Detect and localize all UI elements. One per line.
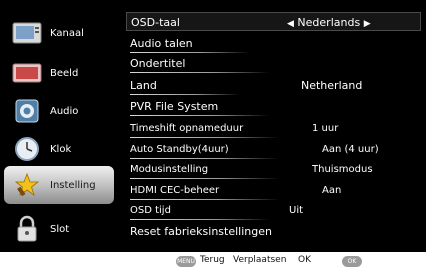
- sidebar-item-slot[interactable]: Slot: [4, 210, 114, 248]
- sidebar-item-label: Slot: [50, 223, 70, 235]
- sidebar-item-instelling[interactable]: Instelling: [4, 166, 114, 204]
- menu-row-label: Auto Standby(4uur): [130, 144, 229, 155]
- sidebar-item-klok[interactable]: Klok: [4, 130, 114, 168]
- hint-move: Verplaatsen: [233, 255, 287, 265]
- menu-row-label: Reset fabrieksinstellingen: [130, 225, 272, 238]
- menu-row-value: Aan: [322, 185, 342, 196]
- menu-row-label: Audio talen: [130, 37, 193, 50]
- menu-row-label: OSD tijd: [130, 205, 171, 216]
- menu-row-ondertitel[interactable]: Ondertitel: [126, 54, 421, 73]
- hint-back: Terug: [200, 255, 225, 265]
- sidebar-item-beeld[interactable]: Beeld: [4, 54, 114, 92]
- padlock-icon: [12, 215, 42, 242]
- menu-row-land[interactable]: Land Netherland: [126, 76, 421, 95]
- menu-row-modusinstelling[interactable]: Modusinstelling Thuismodus: [126, 160, 421, 179]
- row-divider: [130, 115, 270, 116]
- menu-row-value: Uit: [289, 205, 304, 216]
- osd-language-selector[interactable]: ◀ Nederlands ▶: [287, 13, 371, 34]
- menu-row-value: Netherland: [301, 79, 363, 92]
- row-divider: [130, 219, 270, 220]
- row-divider: [130, 158, 280, 159]
- row-divider: [130, 137, 280, 138]
- sidebar-item-label: Beeld: [50, 67, 79, 79]
- row-divider: [130, 178, 280, 179]
- row-divider: [130, 52, 250, 53]
- menu-row-audio-talen[interactable]: Audio talen: [126, 34, 421, 53]
- menu-row-osd-tijd[interactable]: OSD tijd Uit: [126, 201, 421, 220]
- sidebar: Kanaal Beeld Audio Klok Instelling Slot: [4, 6, 114, 246]
- sidebar-item-label: Instelling: [50, 179, 96, 191]
- menu-row-label: Ondertitel: [130, 57, 186, 70]
- menu-row-osd-taal[interactable]: OSD-taal ◀ Nederlands ▶: [126, 12, 421, 31]
- row-divider: [130, 72, 270, 73]
- sidebar-item-label: Kanaal: [50, 27, 84, 39]
- ok-key-icon: OK: [342, 256, 362, 267]
- sidebar-item-label: Klok: [50, 143, 72, 155]
- row-divider: [130, 94, 240, 95]
- menu-row-hdmi-cec[interactable]: HDMI CEC-beheer Aan: [126, 181, 421, 200]
- sidebar-item-kanaal[interactable]: Kanaal: [4, 14, 114, 52]
- menu-row-value: Thuismodus: [312, 164, 373, 175]
- sidebar-item-label: Audio: [50, 105, 79, 117]
- clock-icon: [12, 136, 42, 162]
- menu-row-label: OSD-taal: [131, 16, 180, 29]
- menu-row-value: Aan (4 uur): [322, 144, 379, 155]
- tv-settings-screen: Kanaal Beeld Audio Klok Instelling Slot …: [0, 0, 426, 273]
- menu-row-label: HDMI CEC-beheer: [130, 185, 220, 196]
- menu-row-value: Nederlands: [297, 16, 361, 29]
- star-settings-icon: [12, 172, 42, 198]
- menu-row-label: Modusinstelling: [130, 164, 209, 175]
- menu-row-label: Land: [130, 79, 157, 92]
- menu-row-label: Timeshift opnameduur: [130, 123, 244, 134]
- speaker-icon: [12, 98, 42, 124]
- menu-row-auto-standby[interactable]: Auto Standby(4uur) Aan (4 uur): [126, 140, 421, 159]
- sidebar-item-audio[interactable]: Audio: [4, 92, 114, 130]
- picture-icon: [12, 60, 42, 86]
- tv-channel-icon: [12, 20, 42, 46]
- menu-row-value: 1 uur: [312, 123, 339, 134]
- menu-key-icon: MENU: [176, 256, 196, 267]
- menu-row-timeshift[interactable]: Timeshift opnameduur 1 uur: [126, 119, 421, 138]
- menu-row-label: PVR File System: [130, 100, 219, 113]
- menu-row-reset[interactable]: Reset fabrieksinstellingen: [126, 222, 421, 241]
- menu-row-pvr-file-system[interactable]: PVR File System: [126, 97, 421, 116]
- row-divider: [130, 199, 280, 200]
- hint-ok: OK: [298, 255, 311, 265]
- arrow-right-icon[interactable]: ▶: [364, 19, 371, 29]
- arrow-left-icon[interactable]: ◀: [287, 19, 294, 29]
